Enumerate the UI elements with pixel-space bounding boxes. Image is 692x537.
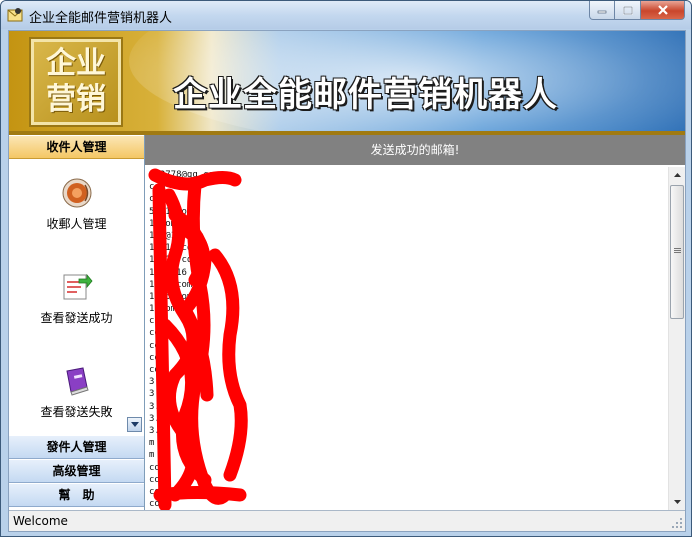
maximize-icon (622, 5, 633, 15)
close-icon (657, 5, 668, 15)
list-item[interactable]: 3.c (149, 388, 667, 400)
scroll-down-button[interactable] (669, 494, 686, 510)
resize-grip-icon[interactable] (671, 517, 683, 529)
list-item[interactable]: 3.c (149, 425, 667, 437)
app-window: 企业全能邮件营销机器人 企业 营销 企业全能邮件营销机器人 收件人管理 收郵人管… (0, 0, 692, 537)
sidebar-item-label: 查看發送成功 (40, 311, 113, 325)
scroll-thumb[interactable] (670, 185, 684, 319)
list-item[interactable]: com (149, 181, 667, 193)
sidebar-item-label: 收郵人管理 (46, 217, 107, 231)
window-controls (589, 1, 685, 20)
list-item[interactable]: com (149, 327, 667, 339)
chevron-down-icon (674, 500, 681, 504)
status-text: Welcome (13, 514, 68, 528)
logo-line-2: 营销 (46, 82, 106, 117)
sidebar: 收件人管理 收郵人管理 查看發送成功 查看發送失敗 發件人管理 高级管理 幫 助 (9, 135, 145, 510)
list-item[interactable]: com (149, 486, 667, 498)
sidebar-group-help[interactable]: 幫 助 (9, 483, 144, 507)
sent-email-list[interactable]: 892778@qq.com com com 57@1 com 1 com 1 7@16 c… (149, 169, 667, 509)
sidebar-item-label: 查看發送失敗 (40, 405, 113, 419)
minimize-icon (597, 10, 607, 14)
list-item[interactable]: m (149, 449, 667, 461)
sidebar-item-view-sent-failure[interactable]: 查看發送失敗 (9, 365, 144, 445)
logo: 企业 营销 (31, 39, 121, 125)
logo-text: 企业 营销 (34, 46, 118, 118)
purple-book-icon (66, 367, 89, 396)
minimize-button[interactable] (589, 1, 615, 20)
banner-title: 企业全能邮件营销机器人 (173, 75, 558, 115)
list-item[interactable]: 3.c (149, 413, 667, 425)
app-icon (7, 8, 23, 22)
sidebar-item-view-sent-success[interactable]: 查看發送成功 (9, 271, 144, 351)
list-item[interactable]: com (149, 193, 667, 205)
vertical-scrollbar[interactable] (668, 167, 685, 510)
list-item[interactable]: 3.c (149, 376, 667, 388)
list-item[interactable]: 3.c (149, 401, 667, 413)
client-area: 企业 营销 企业全能邮件营销机器人 收件人管理 收郵人管理 查看發送成功 查看發… (8, 30, 686, 532)
list-item[interactable]: com (149, 364, 667, 376)
list-item[interactable]: 1 @16 com (149, 254, 667, 266)
list-item[interactable]: 1 16 com (149, 279, 667, 291)
list-item[interactable]: 1 7@16 com (149, 230, 667, 242)
document-arrow-icon (63, 273, 93, 300)
list-item[interactable]: 1 15 com (149, 291, 667, 303)
list-item[interactable]: 57@1 com (149, 206, 667, 218)
list-item[interactable]: com (149, 474, 667, 486)
header-banner: 企业 营销 企业全能邮件营销机器人 (9, 31, 685, 135)
list-item[interactable]: com (149, 498, 667, 509)
sidebar-scroll-down-button[interactable] (127, 417, 142, 432)
list-item[interactable]: 1 15 16 com (149, 267, 667, 279)
chevron-down-icon (130, 422, 139, 427)
list-item[interactable]: com (149, 340, 667, 352)
list-item[interactable]: com (149, 462, 667, 474)
logo-line-1: 企业 (46, 46, 106, 81)
list-item[interactable]: 1 com (149, 218, 667, 230)
title-bar[interactable]: 企业全能邮件营销机器人 (1, 1, 691, 29)
list-item[interactable]: m (149, 437, 667, 449)
chevron-up-icon (674, 173, 681, 177)
scroll-grip (674, 248, 681, 249)
status-bar: Welcome (9, 510, 685, 531)
close-button[interactable] (641, 1, 685, 20)
content-panel: 发送成功的邮箱! 892778@qq.com com com 57@1 com 1 co… (145, 135, 685, 510)
list-item[interactable]: com (149, 315, 667, 327)
scroll-up-button[interactable] (669, 167, 686, 183)
list-item[interactable]: com (149, 352, 667, 364)
sidebar-item-recipient-management[interactable]: 收郵人管理 (9, 177, 144, 257)
list-item[interactable]: 892778@qq.com (149, 169, 667, 181)
sidebar-group-recipients[interactable]: 收件人管理 (9, 135, 144, 159)
list-item[interactable]: 1 com (149, 303, 667, 315)
speaker-icon (62, 178, 92, 208)
maximize-button[interactable] (615, 1, 641, 20)
sidebar-group-senders[interactable]: 發件人管理 (9, 435, 144, 459)
window-title: 企业全能邮件营销机器人 (29, 11, 173, 26)
sidebar-group-advanced[interactable]: 高级管理 (9, 459, 144, 483)
list-item[interactable]: 1 @16 com (149, 242, 667, 254)
content-header: 发送成功的邮箱! (145, 135, 685, 165)
